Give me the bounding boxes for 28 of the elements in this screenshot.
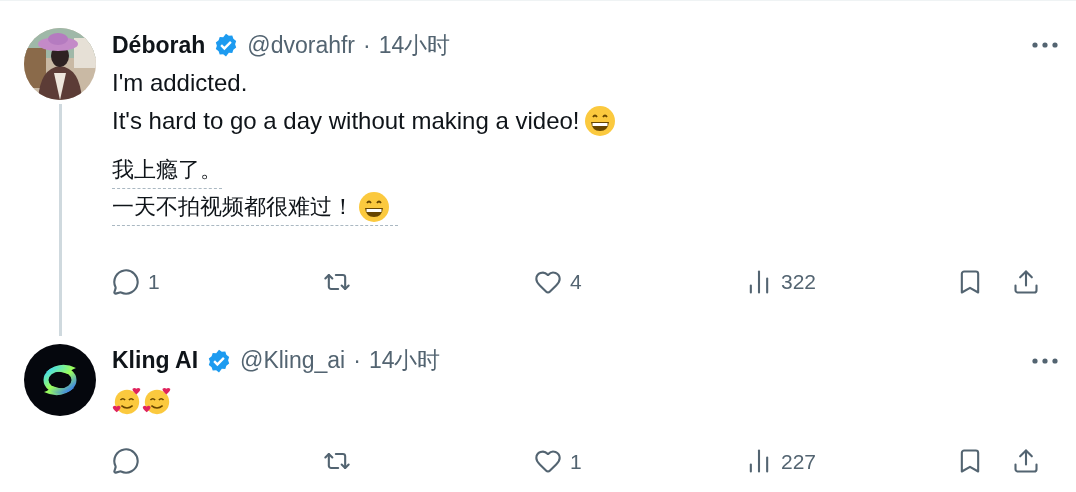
user-handle[interactable]: @Kling_ai (240, 343, 346, 378)
more-options-icon[interactable] (1032, 357, 1058, 364)
reply-button[interactable]: 1 (112, 266, 160, 298)
tweet-text: I'm addicted. (112, 68, 248, 98)
smiling-face-with-hearts-icon (112, 385, 142, 416)
grinning-face-icon (358, 191, 390, 223)
reply-icon (112, 267, 140, 296)
separator-dot: · (363, 30, 371, 60)
timestamp[interactable]: 14小时 (368, 343, 441, 378)
timestamp[interactable]: 14小时 (378, 27, 451, 63)
views-button[interactable]: 227 (745, 445, 817, 477)
tweet-text: It's hard to go a day without making a video! (112, 106, 580, 136)
grinning-face-icon (583, 105, 616, 137)
share-icon (1012, 447, 1040, 476)
tweet-text: 一天不拍视频都很难过！ (112, 193, 354, 221)
reply-icon (112, 447, 140, 476)
like-button[interactable]: 1 (534, 445, 582, 477)
more-options-icon[interactable] (1032, 42, 1058, 48)
user-handle[interactable]: @dvorahfr (247, 27, 356, 63)
smiling-face-with-hearts-icon (142, 385, 172, 416)
reply-button[interactable] (112, 445, 140, 477)
separator-dot: · (353, 346, 361, 376)
views-button[interactable]: 322 (745, 266, 817, 298)
tweet-text: 我上瘾了。 (112, 156, 222, 184)
logo-icon (24, 343, 96, 416)
display-name[interactable]: Kling AI (112, 343, 199, 378)
like-button[interactable]: 4 (534, 266, 582, 298)
display-name[interactable]: Déborah (112, 27, 206, 63)
